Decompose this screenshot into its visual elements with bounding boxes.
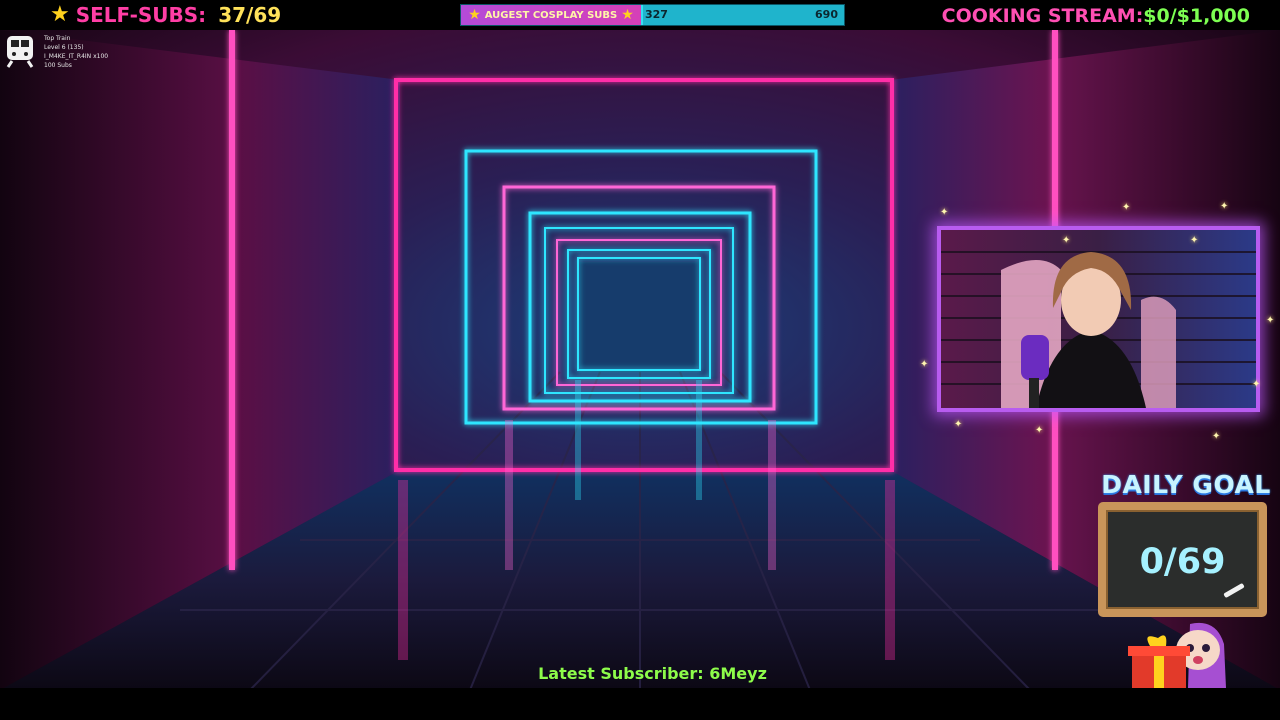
cooking-stream-value: $0/$1,000 [1143,5,1250,27]
sparkle-icon: ✦ [1212,431,1221,442]
top-train-widget: Top Train Level 6 (135) I_M4KE_IT_R4IN x… [4,32,114,72]
chalk-icon [1223,582,1245,599]
sparkle-icon: ✦ [920,359,929,370]
sparkle-icon: ✦ [1035,425,1044,436]
daily-goal-title: DAILY GOAL [1101,470,1271,499]
webcam-frame [937,226,1260,412]
train-subs: 100 Subs [44,62,72,69]
sparkle-icon: ✦ [1122,202,1131,213]
star-icon: ★ [468,7,481,23]
sub-goal-progress-bar: ★ AUGEST COSPLAY SUBS ★ 327 690 [460,4,845,26]
sub-goal-title: AUGEST COSPLAY SUBS [484,9,618,21]
gift-mascot-icon [1128,622,1226,688]
train-top-user: I_M4KE_IT_R4IN x100 [44,53,109,60]
webcam-feed [941,230,1256,408]
train-icon [6,36,34,68]
sparkle-icon: ✦ [1220,201,1229,212]
sparkle-icon: ✦ [940,207,949,218]
daily-goal-chalkboard: 0/69 [1098,502,1267,617]
sparkle-icon: ✦ [1266,315,1275,326]
self-subs-counter: ★ SELF-SUBS: 37/69 [50,2,281,28]
sub-goal-target: 690 [815,8,838,21]
sparkle-icon: ✦ [1062,235,1071,246]
sparkle-icon: ✦ [1252,379,1261,390]
star-icon: ★ [50,2,70,27]
self-subs-label: SELF-SUBS: [75,3,207,27]
bottom-bar [0,688,1280,720]
latest-subscriber: Latest Subscriber: 6Meyz [538,664,767,683]
sub-goal-current: 327 [645,8,668,21]
train-level: Level 6 (135) [44,44,84,51]
sparkle-icon: ✦ [1190,235,1199,246]
sub-goal-tag: ★ AUGEST COSPLAY SUBS ★ [461,5,641,25]
cooking-stream-goal: COOKING STREAM: $0/$1,000 [942,3,1250,29]
cooking-stream-label: COOKING STREAM: [941,5,1144,27]
daily-goal-value: 0/69 [1139,542,1226,582]
train-title: Top Train [44,35,71,42]
sparkle-icon: ✦ [954,419,963,430]
star-icon: ★ [621,7,634,23]
self-subs-value: 37/69 [218,3,282,27]
